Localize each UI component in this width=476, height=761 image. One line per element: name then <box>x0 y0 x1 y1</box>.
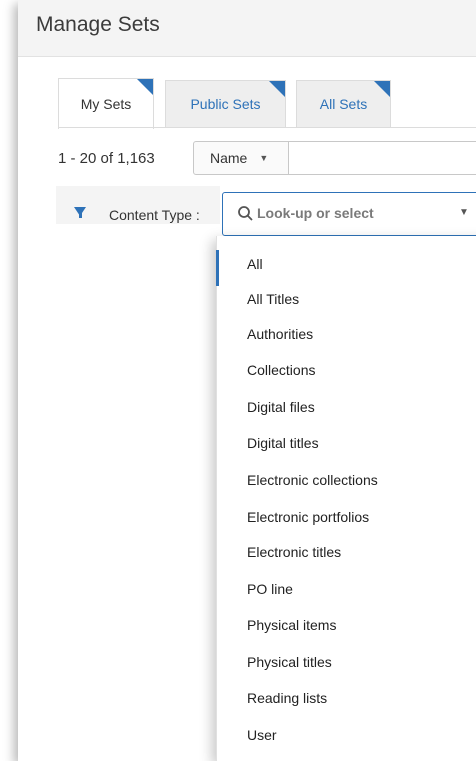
option-user[interactable]: User <box>247 727 277 743</box>
content-type-label: Content Type : <box>109 207 200 223</box>
sort-by-value: Name <box>210 150 248 166</box>
sort-by-select[interactable]: Name ▼ <box>193 141 289 175</box>
filter-icon-stem <box>78 212 82 218</box>
results-count: 1 - 20 of 1,163 <box>58 150 155 167</box>
content-type-options-list: All All Titles Authorities Collections D… <box>216 236 476 761</box>
tab-all-sets[interactable]: All Sets <box>296 80 391 127</box>
option-all[interactable]: All <box>247 256 263 272</box>
page-header: Manage Sets <box>18 0 476 57</box>
lookup-placeholder: Look-up or select <box>257 205 374 221</box>
option-authorities[interactable]: Authorities <box>247 326 313 342</box>
option-all-titles[interactable]: All Titles <box>247 291 299 307</box>
search-icon <box>238 206 253 221</box>
tab-corner-marker <box>137 79 153 95</box>
tab-label: Public Sets <box>190 96 261 112</box>
chevron-down-icon[interactable]: ▼ <box>459 207 469 218</box>
tabs-divider <box>58 127 476 128</box>
option-electronic-portfolios[interactable]: Electronic portfolios <box>247 509 369 525</box>
tab-label: My Sets <box>80 96 132 112</box>
tab-corner-marker <box>374 81 390 97</box>
tab-public-sets[interactable]: Public Sets <box>165 80 286 127</box>
option-digital-files[interactable]: Digital files <box>247 399 315 415</box>
search-input[interactable] <box>289 141 476 175</box>
chevron-down-icon: ▼ <box>259 153 269 163</box>
option-physical-titles[interactable]: Physical titles <box>247 654 332 670</box>
selected-row-indicator <box>216 250 219 286</box>
option-digital-titles[interactable]: Digital titles <box>247 435 319 451</box>
option-reading-lists[interactable]: Reading lists <box>247 690 327 706</box>
content-type-lookup[interactable]: Look-up or select ▼ <box>222 192 476 236</box>
tab-corner-marker <box>269 81 285 97</box>
option-electronic-titles[interactable]: Electronic titles <box>247 544 341 560</box>
option-po-line[interactable]: PO line <box>247 581 293 597</box>
tab-label: All Sets <box>319 96 368 112</box>
page-title: Manage Sets <box>36 13 160 36</box>
option-physical-items[interactable]: Physical items <box>247 617 336 633</box>
option-collections[interactable]: Collections <box>247 362 315 378</box>
option-electronic-collections[interactable]: Electronic collections <box>247 472 378 488</box>
tab-my-sets[interactable]: My Sets <box>58 78 154 129</box>
